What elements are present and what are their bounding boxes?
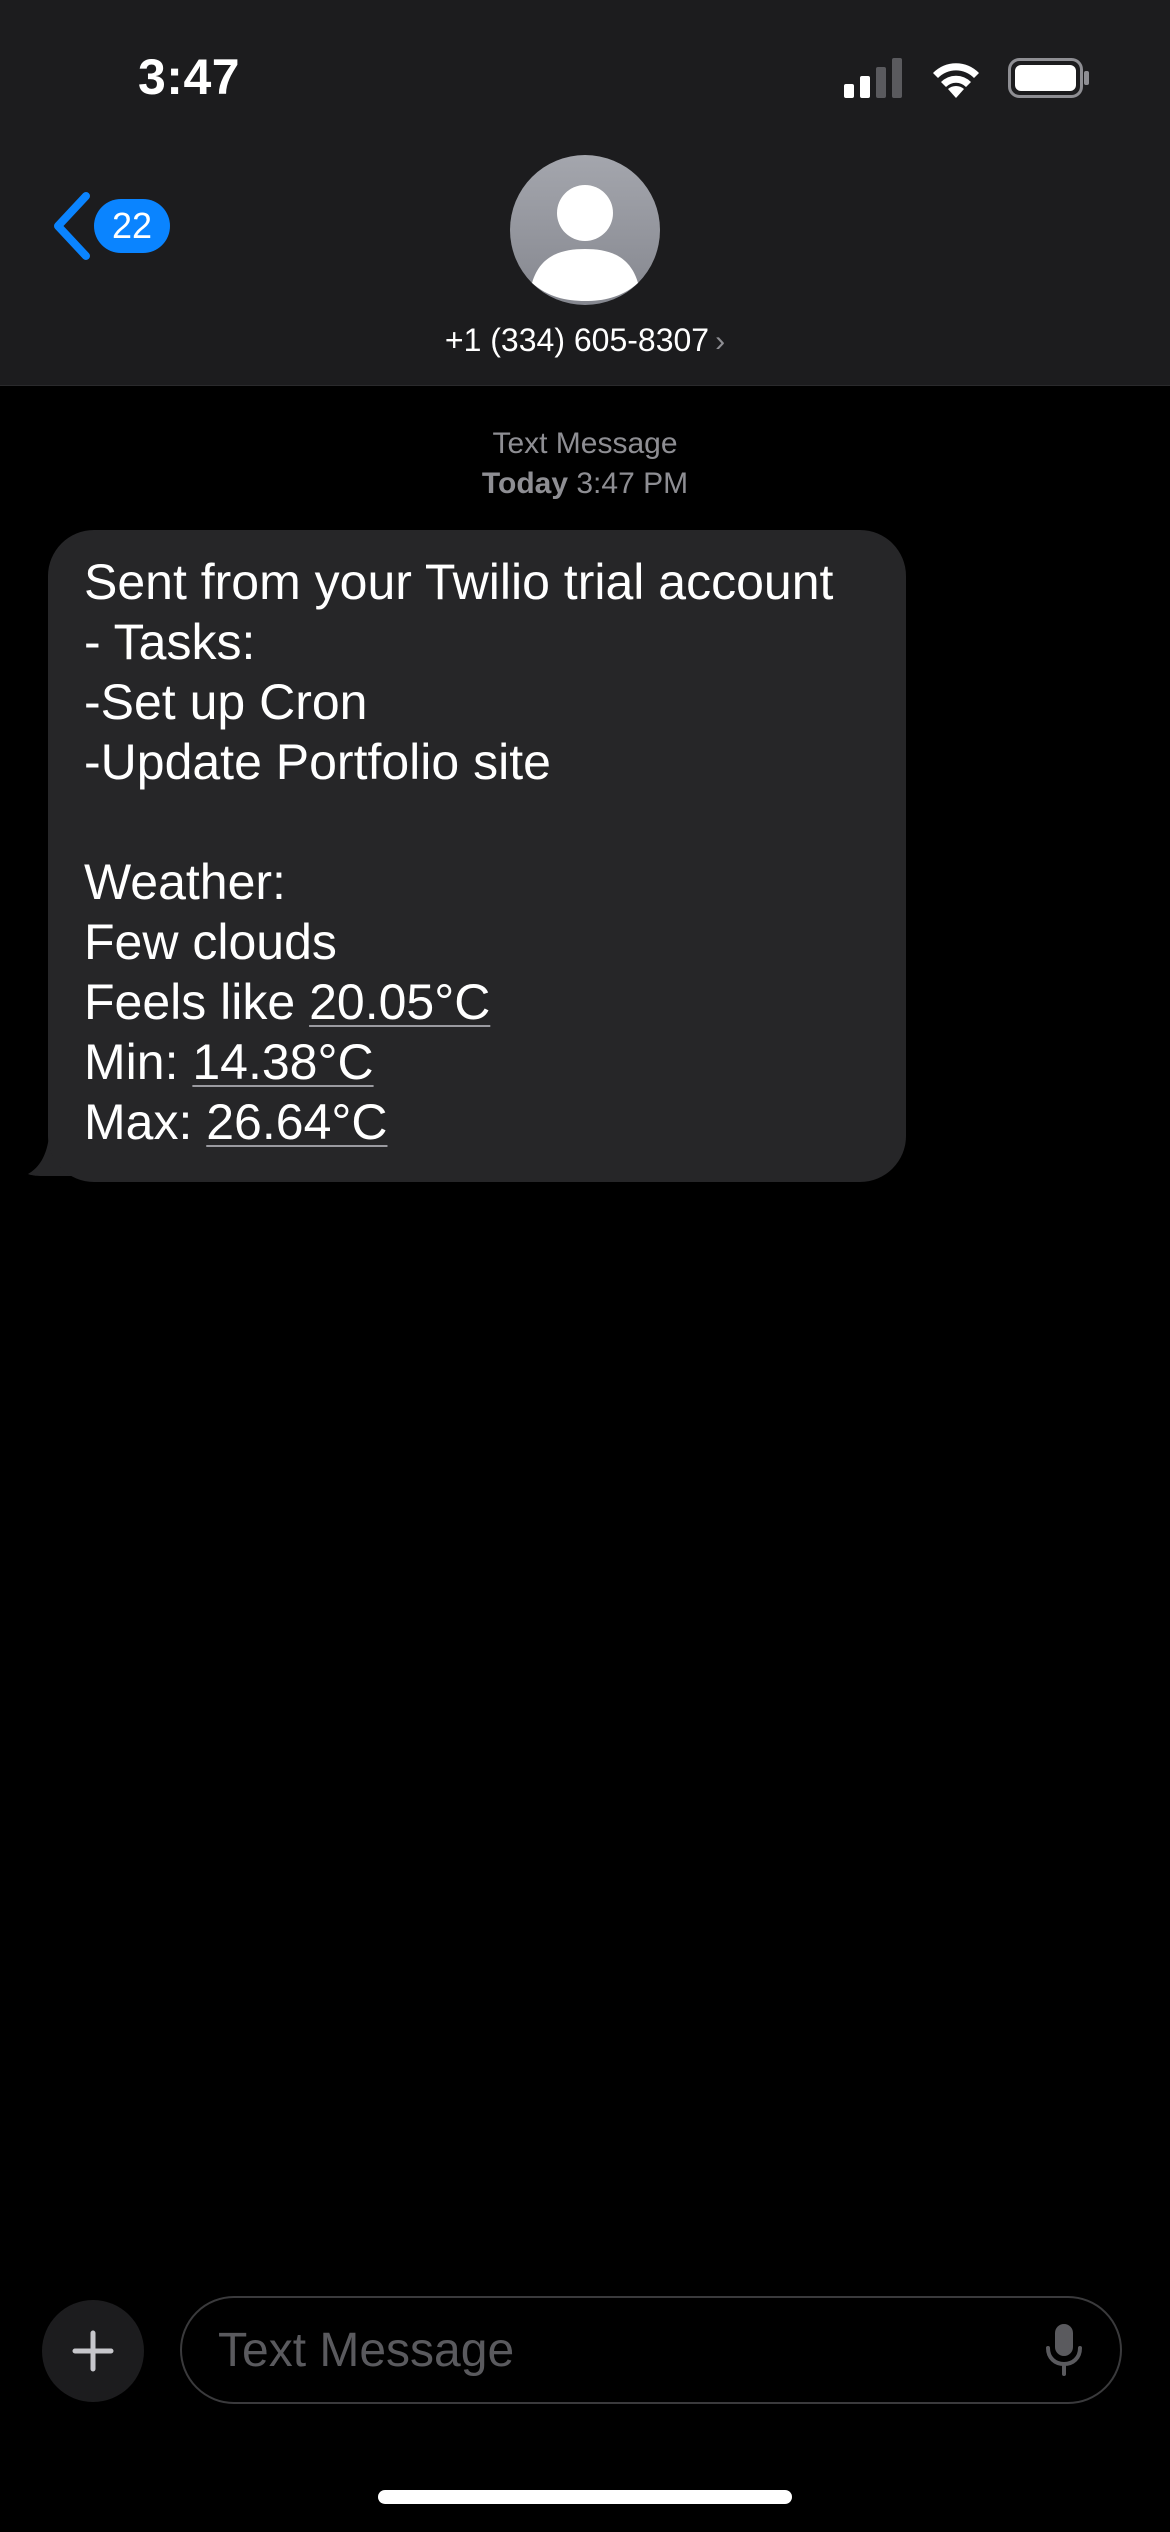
person-icon xyxy=(532,185,638,301)
message-line: Min: 14.38°C xyxy=(84,1032,870,1092)
contact-name-button[interactable]: +1 (334) 605-8307 › xyxy=(0,320,1170,362)
status-time: 3:47 xyxy=(138,49,241,105)
message-line: -Set up Cron xyxy=(84,674,368,730)
cellular-signal-icon xyxy=(844,58,902,98)
message-line: Max: 26.64°C xyxy=(84,1092,870,1152)
back-button[interactable]: 22 xyxy=(48,190,170,262)
max-label: Max: xyxy=(84,1094,207,1150)
message-line: Feels like 20.05°C xyxy=(84,972,870,1032)
message-line: - Tasks: xyxy=(84,614,256,670)
feels-like-label: Feels like xyxy=(84,974,310,1030)
message-line: Few clouds xyxy=(84,914,337,970)
chevron-left-icon xyxy=(54,192,90,260)
min-label: Min: xyxy=(84,1034,193,1090)
chevron-right-icon: › xyxy=(715,325,726,358)
microphone-icon[interactable] xyxy=(1044,2322,1084,2378)
plus-icon xyxy=(72,2330,114,2372)
message-line: Weather: xyxy=(84,854,286,910)
home-indicator[interactable] xyxy=(378,2490,792,2504)
battery-icon xyxy=(1008,58,1089,98)
wifi-icon xyxy=(933,63,979,98)
service-label: Text Message xyxy=(492,427,678,460)
contact-name: +1 (334) 605-8307 xyxy=(444,322,710,358)
max-value-link[interactable]: 26.64°C xyxy=(206,1094,387,1150)
message-input-placeholder: Text Message xyxy=(218,2323,515,2377)
message-line: -Update Portfolio site xyxy=(84,734,551,790)
time-label: 3:47 PM xyxy=(576,467,689,500)
status-icons xyxy=(844,56,1090,100)
feels-like-value-link[interactable]: 20.05°C xyxy=(309,974,490,1030)
date-label: Today xyxy=(481,467,569,500)
message-line-blank xyxy=(84,792,870,852)
apps-plus-button[interactable] xyxy=(42,2300,144,2402)
message-input[interactable]: Text Message xyxy=(180,2296,1122,2404)
conversation-header: 3:47 22 +1 (334) 605-8307 › xyxy=(0,0,1170,386)
incoming-message-bubble[interactable]: Sent from your Twilio trial account - Ta… xyxy=(48,530,906,1182)
message-line: Sent from your Twilio trial account xyxy=(84,554,834,610)
contact-avatar[interactable] xyxy=(510,155,660,305)
min-value-link[interactable]: 14.38°C xyxy=(192,1034,373,1090)
message-timestamp: Text Message Today 3:47 PM xyxy=(0,424,1170,504)
unread-count-badge: 22 xyxy=(94,199,170,253)
